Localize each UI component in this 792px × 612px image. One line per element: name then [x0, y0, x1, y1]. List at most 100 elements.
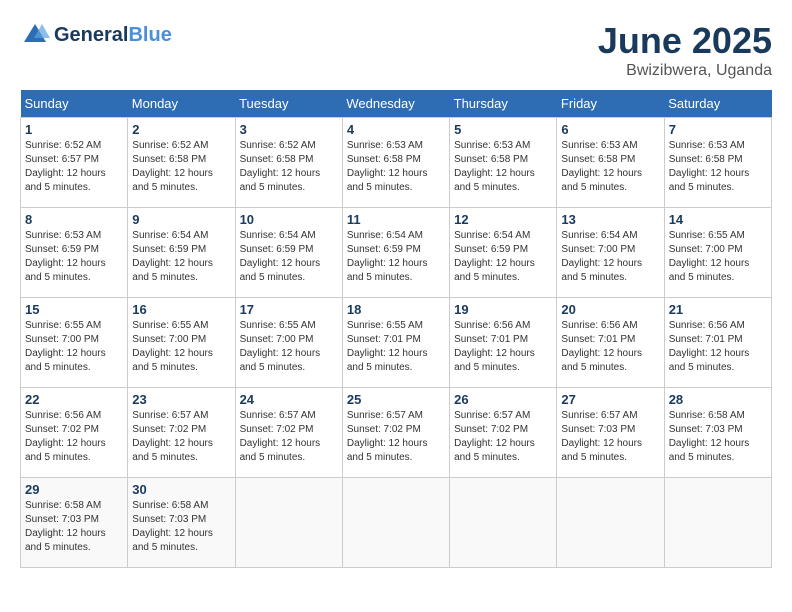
day-info: Sunrise: 6:55 AMSunset: 7:00 PMDaylight:… — [240, 319, 338, 375]
day-number: 23 — [132, 392, 230, 407]
day-info: Sunrise: 6:55 AMSunset: 7:00 PMDaylight:… — [669, 229, 767, 285]
day-info: Sunrise: 6:58 AMSunset: 7:03 PMDaylight:… — [669, 409, 767, 465]
calendar-cell: 4 Sunrise: 6:53 AMSunset: 6:58 PMDayligh… — [342, 118, 449, 208]
day-number: 18 — [347, 302, 445, 317]
day-number: 16 — [132, 302, 230, 317]
calendar-cell: 2 Sunrise: 6:52 AMSunset: 6:58 PMDayligh… — [128, 118, 235, 208]
calendar-cell: 1 Sunrise: 6:52 AMSunset: 6:57 PMDayligh… — [21, 118, 128, 208]
day-info: Sunrise: 6:53 AMSunset: 6:59 PMDaylight:… — [25, 229, 123, 285]
day-info: Sunrise: 6:54 AMSunset: 7:00 PMDaylight:… — [561, 229, 659, 285]
day-info: Sunrise: 6:58 AMSunset: 7:03 PMDaylight:… — [132, 499, 230, 555]
calendar-cell: 23 Sunrise: 6:57 AMSunset: 7:02 PMDaylig… — [128, 388, 235, 478]
day-info: Sunrise: 6:53 AMSunset: 6:58 PMDaylight:… — [561, 139, 659, 195]
day-info: Sunrise: 6:56 AMSunset: 7:01 PMDaylight:… — [454, 319, 552, 375]
calendar-row: 29 Sunrise: 6:58 AMSunset: 7:03 PMDaylig… — [21, 478, 772, 568]
day-info: Sunrise: 6:55 AMSunset: 7:00 PMDaylight:… — [25, 319, 123, 375]
day-number: 21 — [669, 302, 767, 317]
day-info: Sunrise: 6:56 AMSunset: 7:01 PMDaylight:… — [561, 319, 659, 375]
day-info: Sunrise: 6:55 AMSunset: 7:01 PMDaylight:… — [347, 319, 445, 375]
day-info: Sunrise: 6:53 AMSunset: 6:58 PMDaylight:… — [347, 139, 445, 195]
day-number: 9 — [132, 212, 230, 227]
logo-icon — [20, 20, 50, 50]
day-info: Sunrise: 6:57 AMSunset: 7:02 PMDaylight:… — [240, 409, 338, 465]
day-number: 27 — [561, 392, 659, 407]
calendar-cell: 21 Sunrise: 6:56 AMSunset: 7:01 PMDaylig… — [664, 298, 771, 388]
calendar-row: 22 Sunrise: 6:56 AMSunset: 7:02 PMDaylig… — [21, 388, 772, 478]
day-info: Sunrise: 6:54 AMSunset: 6:59 PMDaylight:… — [240, 229, 338, 285]
day-number: 1 — [25, 122, 123, 137]
day-number: 5 — [454, 122, 552, 137]
day-info: Sunrise: 6:53 AMSunset: 6:58 PMDaylight:… — [669, 139, 767, 195]
day-info: Sunrise: 6:56 AMSunset: 7:02 PMDaylight:… — [25, 409, 123, 465]
calendar-cell: 13 Sunrise: 6:54 AMSunset: 7:00 PMDaylig… — [557, 208, 664, 298]
day-number: 25 — [347, 392, 445, 407]
calendar-cell: 20 Sunrise: 6:56 AMSunset: 7:01 PMDaylig… — [557, 298, 664, 388]
col-tuesday: Tuesday — [235, 90, 342, 118]
day-info: Sunrise: 6:54 AMSunset: 6:59 PMDaylight:… — [132, 229, 230, 285]
day-number: 19 — [454, 302, 552, 317]
col-wednesday: Wednesday — [342, 90, 449, 118]
day-info: Sunrise: 6:54 AMSunset: 6:59 PMDaylight:… — [347, 229, 445, 285]
day-number: 11 — [347, 212, 445, 227]
calendar-cell — [235, 478, 342, 568]
day-number: 17 — [240, 302, 338, 317]
month-title: June 2025 — [598, 20, 772, 62]
day-number: 24 — [240, 392, 338, 407]
day-number: 2 — [132, 122, 230, 137]
day-info: Sunrise: 6:53 AMSunset: 6:58 PMDaylight:… — [454, 139, 552, 195]
day-number: 7 — [669, 122, 767, 137]
calendar-cell: 11 Sunrise: 6:54 AMSunset: 6:59 PMDaylig… — [342, 208, 449, 298]
calendar-row: 1 Sunrise: 6:52 AMSunset: 6:57 PMDayligh… — [21, 118, 772, 208]
day-number: 15 — [25, 302, 123, 317]
calendar-cell: 12 Sunrise: 6:54 AMSunset: 6:59 PMDaylig… — [450, 208, 557, 298]
day-info: Sunrise: 6:56 AMSunset: 7:01 PMDaylight:… — [669, 319, 767, 375]
calendar-cell — [557, 478, 664, 568]
day-info: Sunrise: 6:54 AMSunset: 6:59 PMDaylight:… — [454, 229, 552, 285]
calendar-cell: 3 Sunrise: 6:52 AMSunset: 6:58 PMDayligh… — [235, 118, 342, 208]
calendar-cell: 17 Sunrise: 6:55 AMSunset: 7:00 PMDaylig… — [235, 298, 342, 388]
calendar-row: 8 Sunrise: 6:53 AMSunset: 6:59 PMDayligh… — [21, 208, 772, 298]
day-number: 10 — [240, 212, 338, 227]
day-number: 20 — [561, 302, 659, 317]
calendar-cell: 19 Sunrise: 6:56 AMSunset: 7:01 PMDaylig… — [450, 298, 557, 388]
day-info: Sunrise: 6:52 AMSunset: 6:57 PMDaylight:… — [25, 139, 123, 195]
calendar-cell: 15 Sunrise: 6:55 AMSunset: 7:00 PMDaylig… — [21, 298, 128, 388]
day-number: 14 — [669, 212, 767, 227]
col-saturday: Saturday — [664, 90, 771, 118]
col-friday: Friday — [557, 90, 664, 118]
calendar-cell: 18 Sunrise: 6:55 AMSunset: 7:01 PMDaylig… — [342, 298, 449, 388]
day-number: 3 — [240, 122, 338, 137]
calendar-cell: 16 Sunrise: 6:55 AMSunset: 7:00 PMDaylig… — [128, 298, 235, 388]
calendar-cell — [450, 478, 557, 568]
header-row: Sunday Monday Tuesday Wednesday Thursday… — [21, 90, 772, 118]
calendar-cell — [342, 478, 449, 568]
day-number: 26 — [454, 392, 552, 407]
day-info: Sunrise: 6:52 AMSunset: 6:58 PMDaylight:… — [240, 139, 338, 195]
day-number: 8 — [25, 212, 123, 227]
day-info: Sunrise: 6:55 AMSunset: 7:00 PMDaylight:… — [132, 319, 230, 375]
day-info: Sunrise: 6:57 AMSunset: 7:03 PMDaylight:… — [561, 409, 659, 465]
day-info: Sunrise: 6:58 AMSunset: 7:03 PMDaylight:… — [25, 499, 123, 555]
day-number: 30 — [132, 482, 230, 497]
calendar-cell: 25 Sunrise: 6:57 AMSunset: 7:02 PMDaylig… — [342, 388, 449, 478]
title-section: June 2025 Bwizibwera, Uganda — [598, 20, 772, 80]
day-number: 6 — [561, 122, 659, 137]
calendar-cell: 7 Sunrise: 6:53 AMSunset: 6:58 PMDayligh… — [664, 118, 771, 208]
day-info: Sunrise: 6:57 AMSunset: 7:02 PMDaylight:… — [132, 409, 230, 465]
calendar-cell: 24 Sunrise: 6:57 AMSunset: 7:02 PMDaylig… — [235, 388, 342, 478]
day-number: 29 — [25, 482, 123, 497]
day-number: 12 — [454, 212, 552, 227]
calendar-table: Sunday Monday Tuesday Wednesday Thursday… — [20, 90, 772, 568]
day-info: Sunrise: 6:57 AMSunset: 7:02 PMDaylight:… — [347, 409, 445, 465]
day-number: 22 — [25, 392, 123, 407]
calendar-cell: 30 Sunrise: 6:58 AMSunset: 7:03 PMDaylig… — [128, 478, 235, 568]
calendar-cell: 10 Sunrise: 6:54 AMSunset: 6:59 PMDaylig… — [235, 208, 342, 298]
calendar-row: 15 Sunrise: 6:55 AMSunset: 7:00 PMDaylig… — [21, 298, 772, 388]
day-number: 4 — [347, 122, 445, 137]
calendar-cell: 8 Sunrise: 6:53 AMSunset: 6:59 PMDayligh… — [21, 208, 128, 298]
calendar-cell: 28 Sunrise: 6:58 AMSunset: 7:03 PMDaylig… — [664, 388, 771, 478]
day-info: Sunrise: 6:52 AMSunset: 6:58 PMDaylight:… — [132, 139, 230, 195]
day-number: 13 — [561, 212, 659, 227]
day-number: 28 — [669, 392, 767, 407]
logo-text: GeneralBlue — [54, 24, 172, 46]
